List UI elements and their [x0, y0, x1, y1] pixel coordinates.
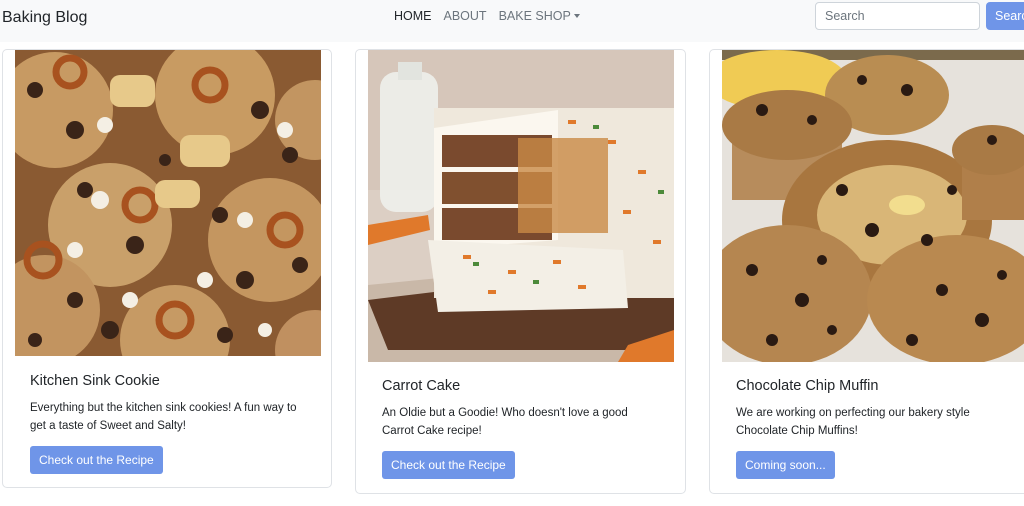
check-out-recipe-button[interactable]: Check out the Recipe	[382, 451, 515, 479]
muffin-image	[722, 50, 1024, 362]
card-title: Kitchen Sink Cookie	[30, 373, 160, 389]
brand-link[interactable]: Baking Blog	[2, 9, 87, 27]
recipe-card-carrot-cake: Carrot Cake An Oldie but a Goodie! Who d…	[355, 49, 686, 494]
nav-link-home[interactable]: HOME	[394, 9, 432, 23]
coming-soon-button[interactable]: Coming soon...	[736, 451, 835, 479]
recipe-card-chocolate-chip-muffin: Chocolate Chip Muffin We are working on …	[709, 49, 1024, 494]
carrot-cake-image	[368, 50, 674, 362]
navbar: Baking Blog HOME ABOUT BAKE SHOP Search	[0, 0, 1024, 42]
card-title: Carrot Cake	[382, 378, 461, 394]
cookie-image	[15, 50, 321, 356]
search-input[interactable]	[815, 2, 980, 30]
nav-menu: HOME ABOUT BAKE SHOP	[394, 9, 580, 23]
card-text: Everything but the kitchen sink cookies!…	[30, 402, 297, 432]
caret-down-icon	[573, 14, 580, 18]
recipe-card-kitchen-sink-cookie: Kitchen Sink Cookie Everything but the k…	[2, 49, 332, 488]
nav-link-about[interactable]: ABOUT	[444, 9, 487, 23]
card-text: We are working on perfecting our bakery …	[736, 407, 970, 437]
card-text: An Oldie but a Goodie! Who doesn't love …	[382, 407, 628, 437]
search-button[interactable]: Search	[986, 2, 1024, 30]
nav-link-bake-shop-label: BAKE SHOP	[498, 9, 571, 23]
card-title: Chocolate Chip Muffin	[736, 378, 879, 394]
check-out-recipe-button[interactable]: Check out the Recipe	[30, 446, 163, 474]
nav-dropdown-bake-shop[interactable]: BAKE SHOP	[499, 9, 580, 23]
